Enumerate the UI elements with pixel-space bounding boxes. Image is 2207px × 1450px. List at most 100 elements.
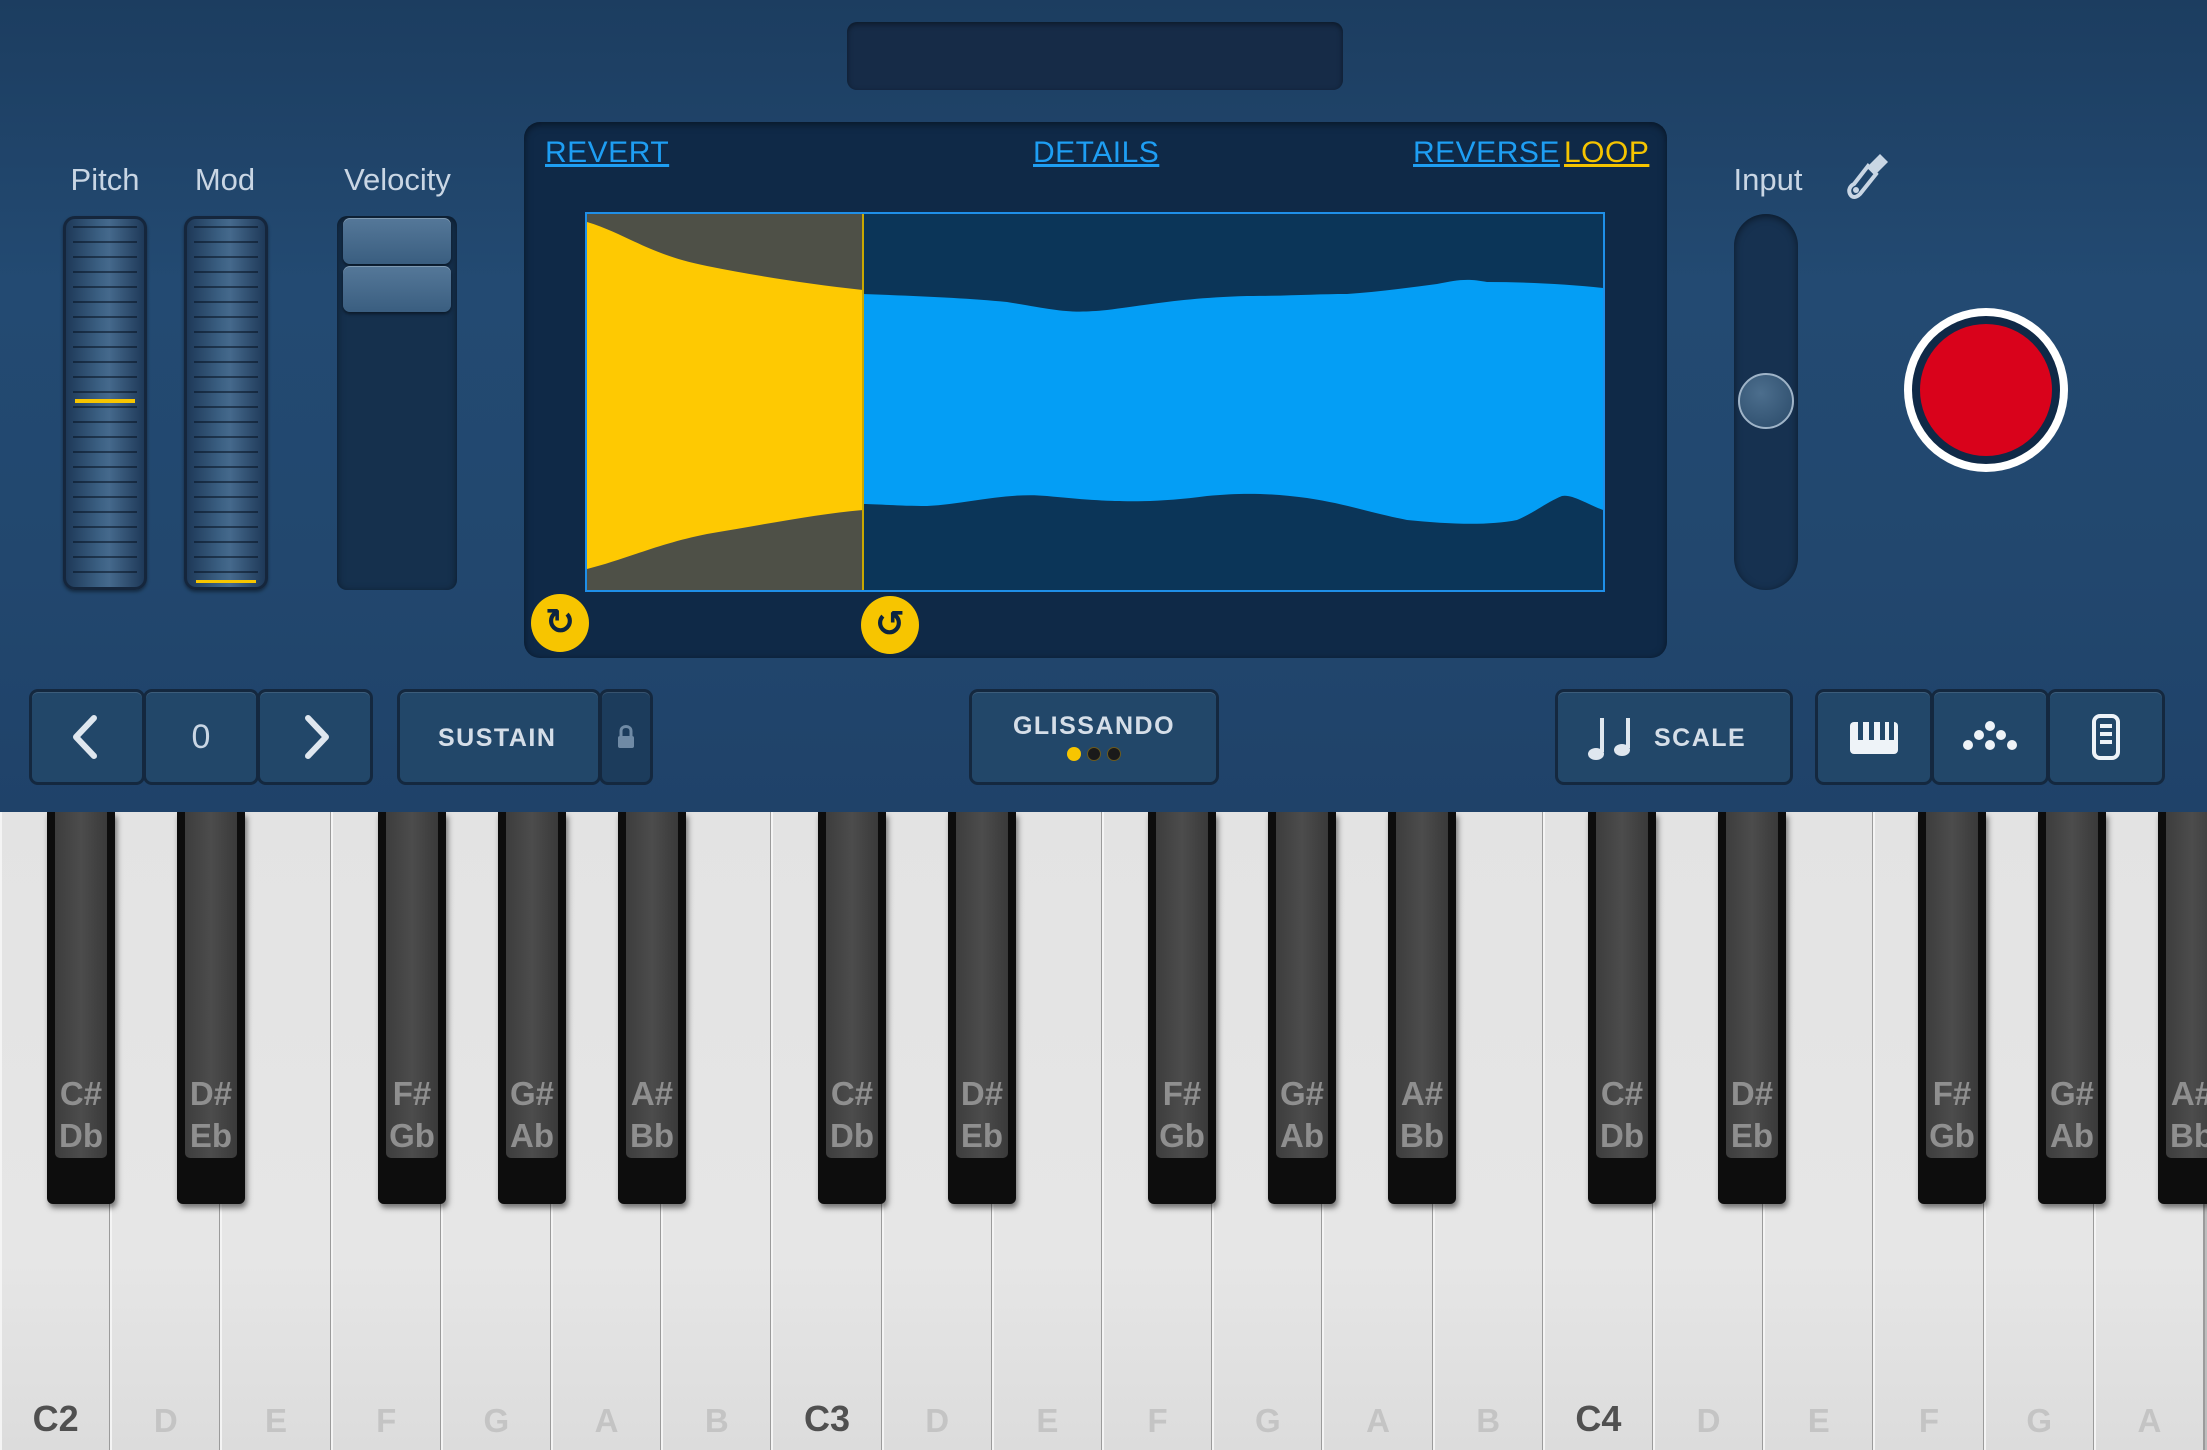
- wheel-ridge: [194, 421, 258, 423]
- mode-dot: [1087, 747, 1101, 761]
- wheel-ridge: [194, 301, 258, 303]
- black-key-face: C# Db: [1596, 812, 1648, 1158]
- black-key[interactable]: G# Ab: [2038, 812, 2106, 1204]
- black-key-sharp-label: C#: [1600, 1075, 1644, 1112]
- black-key-face: A# Bb: [1396, 812, 1448, 1158]
- black-key[interactable]: D# Eb: [1718, 812, 1786, 1204]
- white-key-label: F: [1147, 1402, 1168, 1439]
- black-key[interactable]: C# Db: [818, 812, 886, 1204]
- white-key-label: G: [1254, 1402, 1281, 1439]
- black-key-face: F# Gb: [1926, 812, 1978, 1158]
- loop-start-handle[interactable]: ↺: [861, 596, 919, 654]
- piano-keyboard[interactable]: C2 D E F G A B C3 D E F G A B C4 D E F G A C# Db D# Eb F# Gb G# Ab A…: [0, 812, 2207, 1450]
- black-key-flat-label: Bb: [630, 1117, 674, 1154]
- arpeggiator-button[interactable]: [1934, 692, 2046, 782]
- revert-button[interactable]: REVERT: [545, 136, 669, 170]
- velocity-label: Velocity: [344, 162, 451, 197]
- sustain-lock-button[interactable]: [602, 692, 650, 782]
- details-button[interactable]: DETAILS: [1033, 136, 1159, 170]
- wheel-ridge: [194, 331, 258, 333]
- wheel-ridge: [194, 496, 258, 498]
- mod-label: Mod: [194, 162, 256, 197]
- octave-down-button[interactable]: [32, 692, 142, 782]
- black-key[interactable]: A# Bb: [1388, 812, 1456, 1204]
- black-key-sharp-label: G#: [2049, 1075, 2095, 1112]
- black-key[interactable]: A# Bb: [2158, 812, 2207, 1204]
- mode-dot-active: [1067, 747, 1081, 761]
- velocity-handle[interactable]: [343, 266, 451, 312]
- black-key-flat-label: Bb: [1400, 1117, 1444, 1154]
- fader-icon: [2092, 714, 2120, 760]
- scale-button[interactable]: SCALE: [1558, 692, 1790, 782]
- white-key-label: C4: [1575, 1398, 1622, 1439]
- black-key[interactable]: F# Gb: [1918, 812, 1986, 1204]
- velocity-handle-top[interactable]: [343, 218, 451, 264]
- input-jack-icon[interactable]: [1846, 150, 1892, 210]
- mod-level-marker: [196, 580, 256, 583]
- black-key[interactable]: G# Ab: [498, 812, 566, 1204]
- wheel-ridge: [194, 391, 258, 393]
- wheel-ridge: [73, 361, 137, 363]
- black-key-flat-label: Bb: [2170, 1117, 2207, 1154]
- black-key[interactable]: D# Eb: [948, 812, 1016, 1204]
- wheel-ridge: [73, 286, 137, 288]
- sustain-label: SUSTAIN: [438, 724, 557, 752]
- white-key-label: B: [1476, 1402, 1501, 1439]
- black-key[interactable]: D# Eb: [177, 812, 245, 1204]
- black-key-sharp-label: G#: [509, 1075, 555, 1112]
- glissando-button[interactable]: GLISSANDO: [972, 692, 1216, 782]
- waveform-display[interactable]: [585, 212, 1605, 592]
- black-key-flat-label: Eb: [960, 1117, 1004, 1154]
- loop-button[interactable]: LOOP: [1564, 136, 1649, 170]
- keyboard-view-button[interactable]: [1818, 692, 1930, 782]
- record-button[interactable]: [1920, 324, 2052, 456]
- black-key[interactable]: F# Gb: [378, 812, 446, 1204]
- reverse-button[interactable]: REVERSE: [1413, 136, 1560, 170]
- wheel-ridge: [73, 541, 137, 543]
- controls-view-button[interactable]: [2050, 692, 2162, 782]
- wheel-ridge: [73, 436, 137, 438]
- white-key-label: C3: [803, 1398, 850, 1439]
- black-key-sharp-label: F#: [1162, 1075, 1202, 1112]
- white-key-label: A: [2137, 1402, 2162, 1439]
- black-key-sharp-label: C#: [830, 1075, 874, 1112]
- loop-arrow-icon: ↻: [544, 601, 576, 642]
- black-key-face: C# Db: [826, 812, 878, 1158]
- black-key[interactable]: A# Bb: [618, 812, 686, 1204]
- sustain-button[interactable]: SUSTAIN: [400, 692, 598, 782]
- black-key[interactable]: C# Db: [47, 812, 115, 1204]
- wheel-ridge: [194, 256, 258, 258]
- wheel-ridge: [194, 511, 258, 513]
- input-level-knob[interactable]: [1738, 373, 1794, 429]
- wheel-ridge: [73, 301, 137, 303]
- black-key-face: G# Ab: [1276, 812, 1328, 1158]
- wheel-ridge: [194, 466, 258, 468]
- wheel-ridge: [73, 466, 137, 468]
- white-key-label: C2: [32, 1398, 79, 1439]
- black-key-sharp-label: F#: [1932, 1075, 1972, 1112]
- pitch-wheel[interactable]: [63, 216, 147, 590]
- velocity-slider[interactable]: [337, 216, 457, 590]
- black-key[interactable]: F# Gb: [1148, 812, 1216, 1204]
- sample-start-handle[interactable]: ↻: [531, 594, 589, 652]
- octave-up-button[interactable]: [260, 692, 370, 782]
- black-key[interactable]: C# Db: [1588, 812, 1656, 1204]
- black-key-flat-label: Db: [830, 1117, 874, 1154]
- white-key-label: E: [264, 1402, 287, 1439]
- scale-label: SCALE: [1654, 724, 1747, 752]
- wheel-ridge: [194, 481, 258, 483]
- wheel-ridge: [194, 346, 258, 348]
- black-key-face: G# Ab: [2046, 812, 2098, 1158]
- mod-wheel[interactable]: [184, 216, 268, 590]
- white-key-label: F: [1918, 1402, 1940, 1439]
- black-key-sharp-label: D#: [1730, 1075, 1774, 1112]
- black-key-flat-label: Gb: [1159, 1117, 1205, 1154]
- wheel-ridge: [73, 481, 137, 483]
- black-key[interactable]: G# Ab: [1268, 812, 1336, 1204]
- white-key-label: D: [153, 1402, 178, 1439]
- wheel-ridge: [194, 541, 258, 543]
- wheel-ridge: [73, 226, 137, 228]
- instrument-name-display: [847, 22, 1343, 90]
- white-key-label: A: [1366, 1402, 1390, 1439]
- black-key-face: D# Eb: [956, 812, 1008, 1158]
